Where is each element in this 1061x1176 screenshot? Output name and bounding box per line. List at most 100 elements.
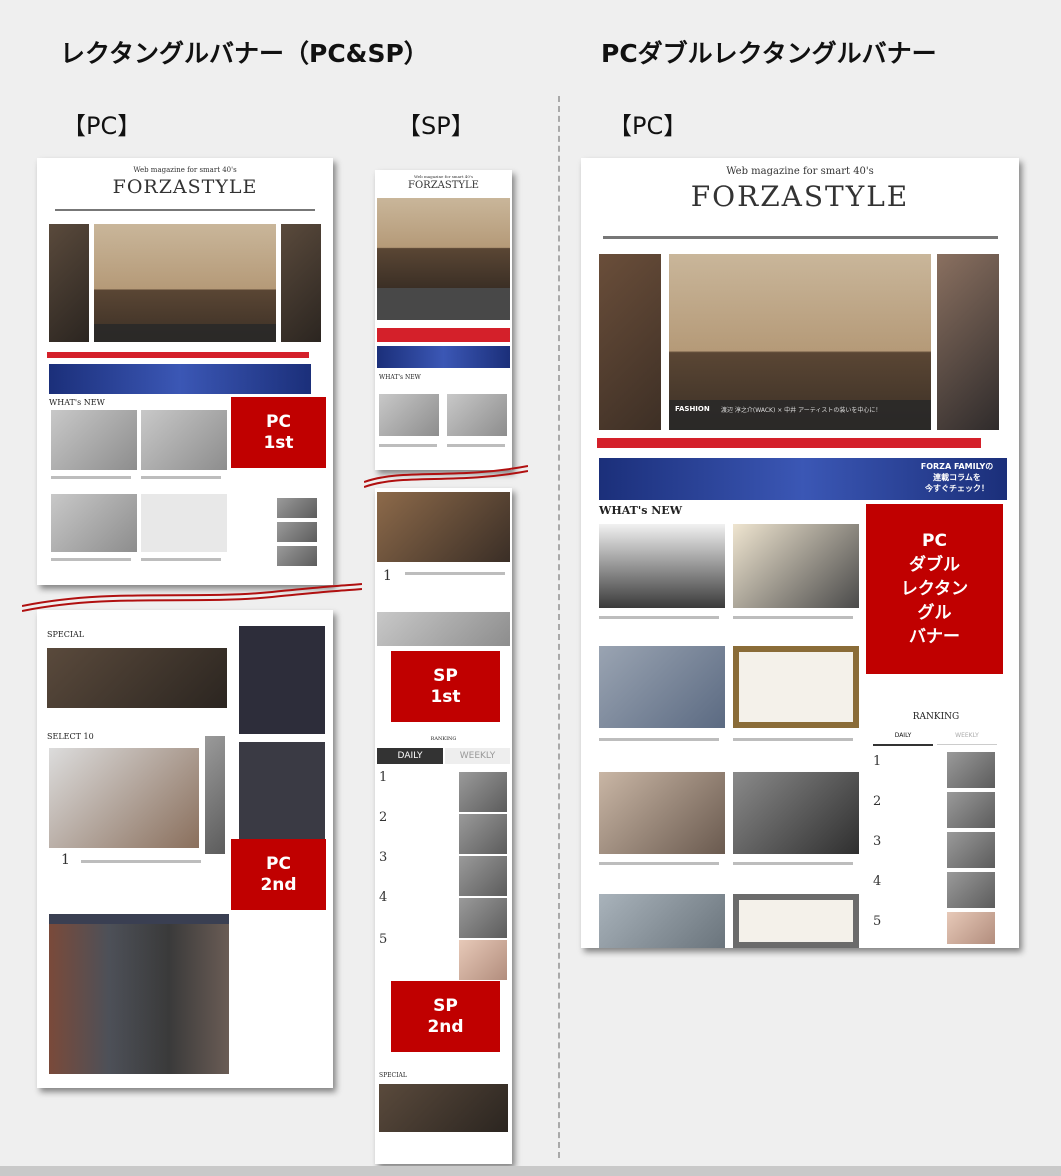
right-article-text (599, 862, 719, 865)
news-ticker (47, 352, 309, 358)
right-article-frame-thumb (733, 646, 859, 728)
special-banner (47, 648, 227, 708)
hero-caption-bar (94, 324, 276, 342)
sp-rank-5: 5 (379, 932, 388, 947)
right-hero-side-photo (937, 254, 999, 430)
nav-menu (55, 209, 315, 211)
sp-tagline: Web magazine for smart 40's (413, 174, 474, 179)
sp-ranking-title: RANKING (430, 736, 457, 742)
right-article-text (733, 738, 853, 741)
sp-tab-daily[interactable]: DAILY (377, 748, 443, 764)
right-rank-thumb (947, 912, 995, 944)
right-rank-4: 4 (873, 874, 882, 889)
right-forza-banner-text: FORZA FAMILYの 連載コラムを 今すぐチェック！ (920, 462, 994, 493)
right-rank-3: 3 (873, 834, 882, 849)
article-text (141, 558, 221, 561)
sp-news-ticker (377, 328, 510, 342)
sp-hero-photo (377, 198, 510, 288)
ranking-thumb (277, 522, 317, 542)
whats-new-title: WHAT's NEW (49, 398, 105, 407)
heading-double-rectangle-banner: PCダブルレクタングルバナー (601, 39, 937, 68)
sp-article-text (447, 444, 505, 447)
label-pc-right: 【PC】 (608, 112, 688, 140)
hero-side-photo (281, 224, 321, 342)
right-whats-new: WHAT's NEW (599, 504, 683, 517)
right-tagline: Web magazine for smart 40's (726, 166, 874, 177)
right-article-frame-thumb (733, 894, 859, 948)
ad-label-sp-2nd: SP 2nd (391, 981, 500, 1052)
right-hero-tag: FASHION (675, 405, 710, 413)
select-text (81, 860, 201, 863)
hero-side-photo (49, 224, 89, 342)
right-hero-caption: 渡辺 淳之介(WACK) × 中井 アーティストの装いを中心に！ (721, 407, 882, 414)
right-rank-thumb (947, 752, 995, 788)
video-bar (49, 914, 229, 924)
right-rank-thumb (947, 872, 995, 908)
right-rank-5: 5 (873, 914, 882, 929)
sp-article-thumb (447, 394, 507, 436)
right-ranking-title: RANKING (912, 712, 960, 722)
right-hero-side-photo (599, 254, 661, 430)
pc-screenshot-top: Web magazine for smart 40's FORZASTYLE W… (37, 158, 333, 585)
article-thumb (141, 494, 227, 552)
sp-article-text (405, 572, 505, 575)
sp-forza-banner (377, 346, 510, 368)
sp-rank-2: 2 (379, 810, 388, 825)
right-article-thumb (599, 646, 725, 728)
select-title: SELECT 10 (47, 732, 94, 741)
right-news-ticker (597, 438, 981, 448)
forza-family-banner (49, 364, 311, 394)
sp-strip-photo (377, 612, 510, 646)
right-article-text (599, 616, 719, 619)
right-article-thumb (599, 894, 725, 948)
article-thumb (51, 494, 137, 552)
article-thumb (141, 410, 227, 470)
sp-rank-4: 4 (379, 890, 388, 905)
sp-screenshot-top: Web magazine for smart 40's FORZASTYLE W… (375, 170, 512, 470)
tagline: Web magazine for smart 40's (133, 166, 237, 174)
sp-logo: FORZASTYLE (408, 180, 479, 191)
article-thumb (51, 410, 137, 470)
article-text (141, 476, 221, 479)
column-divider (558, 96, 560, 1158)
ranking-thumb (277, 546, 317, 566)
bottom-border (0, 1166, 1061, 1176)
sp-tab-weekly[interactable]: WEEKLY (445, 748, 510, 764)
select-photo (49, 748, 199, 848)
right-rank-thumb (947, 832, 995, 868)
right-tab-daily[interactable]: DAILY (873, 732, 933, 746)
logo: FORZASTYLE (112, 176, 258, 198)
sp-article-photo (377, 492, 510, 562)
sp-special-banner (379, 1084, 508, 1132)
label-sp: 【SP】 (397, 112, 475, 140)
video-photo (49, 924, 229, 1074)
sp-special-title: SPECIAL (379, 1072, 407, 1079)
sp-rank-3: 3 (379, 850, 388, 865)
right-article-thumb (733, 772, 859, 854)
sp-article-thumb (379, 394, 439, 436)
ad-label-pc-2nd: PC 2nd (231, 839, 326, 910)
right-logo: FORZASTYLE (690, 180, 910, 213)
right-rank-1: 1 (873, 754, 882, 769)
sp-screenshot-bottom: 1 RANKING DAILY WEEKLY 1 2 3 4 5 SPECIAL (375, 488, 512, 1164)
page-break-wave (22, 578, 362, 618)
sp-rank-thumb (459, 856, 507, 896)
right-article-text (733, 862, 853, 865)
sp-page-break-wave (364, 462, 528, 492)
right-article-thumb (733, 524, 859, 608)
sp-article-number: 1 (383, 568, 392, 584)
heading-rectangle-banner: レクタングルバナー（PC&SP） (60, 39, 429, 68)
right-rank-thumb (947, 792, 995, 828)
right-tab-weekly[interactable]: WEEKLY (937, 732, 997, 745)
sp-article-text (379, 444, 437, 447)
ranking-thumb (277, 498, 317, 518)
side-ad-slot (239, 742, 325, 842)
ad-label-pc-1st: PC 1st (231, 397, 326, 468)
ad-label-pc-double: PC ダブル レクタン グル バナー (866, 504, 1003, 674)
sp-rank-thumb (459, 814, 507, 854)
sp-rank-thumb (459, 898, 507, 938)
select-side-thumbs (205, 736, 225, 854)
ad-label-sp-1st: SP 1st (391, 651, 500, 722)
select-number: 1 (61, 852, 70, 868)
right-article-thumb (599, 772, 725, 854)
